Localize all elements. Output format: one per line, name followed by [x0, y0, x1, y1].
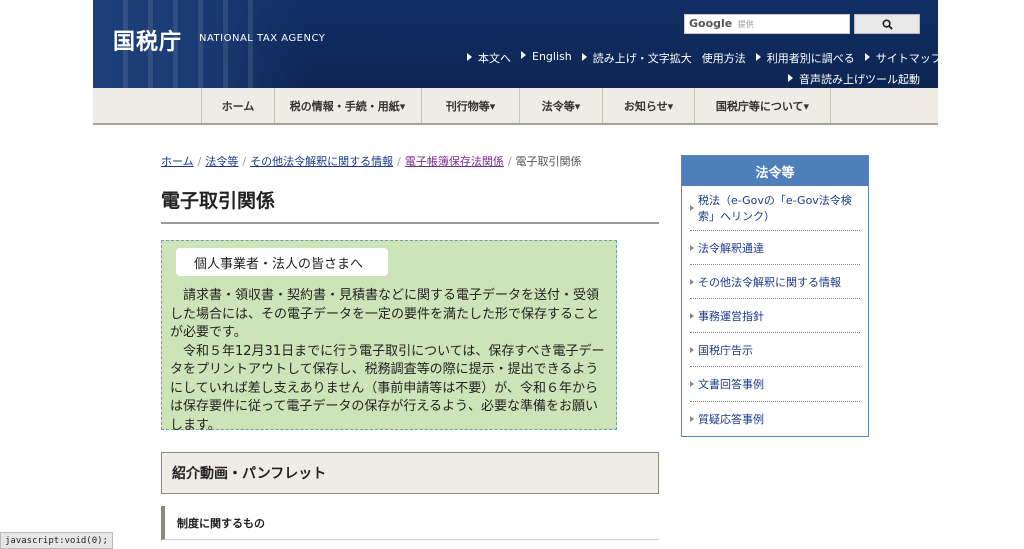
sidebar-laws: 法令等 税法（e-Govの「e-Gov法令検索」へリンク） 法令解釈通達 その他…	[681, 155, 869, 437]
sidebar-list: 税法（e-Govの「e-Gov法令検索」へリンク） 法令解釈通達 その他法令解釈…	[682, 186, 868, 436]
site-logo-english: NATIONAL TAX AGENCY	[199, 33, 326, 44]
notice-paragraph-2: 令和５年12月31日までに行う電子取引については、保存すべき電子データをプリント…	[170, 343, 605, 433]
triangle-right-icon	[690, 278, 694, 285]
sidebar-item-tax-law[interactable]: 税法（e-Govの「e-Gov法令検索」へリンク）	[690, 186, 860, 231]
search-icon	[881, 18, 893, 30]
notice-box: 個人事業者・法人の皆さまへ 請求書・領収書・契約書・見積書などに関する電子データ…	[161, 240, 617, 433]
sidebar-item-qa[interactable]: 質疑応答事例	[690, 402, 860, 436]
search-button[interactable]	[854, 14, 920, 34]
breadcrumb-other-interpretations[interactable]: その他法令解釈に関する情報	[250, 155, 393, 168]
triangle-right-icon	[690, 244, 694, 251]
site-logo[interactable]: 国税庁	[113, 24, 182, 56]
triangle-right-icon	[690, 312, 694, 319]
nav-notices[interactable]: お知らせ▾	[603, 88, 695, 123]
triangle-right-icon	[864, 53, 870, 61]
triangle-right-icon	[581, 53, 587, 61]
breadcrumb-laws[interactable]: 法令等	[205, 155, 238, 168]
nav-about[interactable]: 国税庁等について▾	[695, 88, 831, 123]
notice-paragraph-1: 請求書・領収書・契約書・見積書などに関する電子データを送付・受領した場合には、そ…	[170, 288, 600, 340]
triangle-right-icon	[690, 346, 694, 353]
site-header: 国税庁 NATIONAL TAX AGENCY Google 提供 本文へ En…	[93, 0, 938, 88]
sidebar-item-document-answers[interactable]: 文書回答事例	[690, 367, 860, 402]
notice-body: 請求書・領収書・契約書・見積書などに関する電子データを送付・受領した場合には、そ…	[170, 287, 610, 435]
nav-home[interactable]: ホーム	[201, 88, 275, 123]
triangle-right-icon	[467, 53, 472, 61]
util-link-main[interactable]: 本文へ	[467, 50, 511, 66]
triangle-right-icon	[690, 381, 694, 387]
voice-tool-link[interactable]: 音声読み上げツール起動	[788, 71, 920, 87]
notice-tag: 個人事業者・法人の皆さまへ	[176, 248, 388, 276]
triangle-right-icon	[755, 53, 761, 61]
nav-tax-info[interactable]: 税の情報・手続・用紙▾	[274, 88, 422, 123]
nav-publications[interactable]: 刊行物等▾	[422, 88, 520, 123]
utility-links: 本文へ English 読み上げ・文字拡大 使用方法 利用者別に調べる サイトマ…	[467, 50, 938, 66]
util-link-usage[interactable]: 使用方法	[702, 50, 746, 66]
sidebar-title: 法令等	[682, 156, 868, 186]
breadcrumb-home[interactable]: ホーム	[161, 155, 194, 168]
breadcrumb: ホーム / 法令等 / その他法令解釈に関する情報 / 電子帳簿保存法関係 / 電子取引関係	[161, 155, 582, 168]
search-input[interactable]: Google 提供	[684, 14, 850, 34]
util-link-sitemap[interactable]: サイトマップ	[864, 50, 938, 66]
breadcrumb-ebook-law[interactable]: 電子帳簿保存法関係	[405, 155, 504, 168]
sidebar-item-notifications[interactable]: 国税庁告示	[690, 333, 860, 367]
sidebar-item-circulars[interactable]: 法令解釈通達	[690, 231, 860, 265]
sidebar-item-other-interpretations[interactable]: その他法令解釈に関する情報	[690, 265, 860, 299]
search-brand: Google	[689, 17, 733, 30]
title-divider	[161, 222, 659, 224]
nav-laws[interactable]: 法令等▾	[520, 88, 603, 123]
triangle-right-icon	[690, 205, 694, 211]
sidebar-item-admin-guidelines[interactable]: 事務運営指針	[690, 299, 860, 333]
triangle-right-icon	[690, 416, 694, 422]
global-nav: ホーム 税の情報・手続・用紙▾ 刊行物等▾ 法令等▾ お知らせ▾ 国税庁等につい…	[93, 88, 938, 125]
subsection-heading-system: 制度に関するもの	[161, 506, 659, 540]
triangle-right-icon	[788, 74, 793, 82]
triangle-right-icon	[521, 51, 526, 59]
section-heading-videos: 紹介動画・パンフレット	[161, 452, 659, 494]
search-placeholder: 提供	[737, 20, 754, 29]
util-link-by-user[interactable]: 利用者別に調べる	[755, 50, 855, 66]
browser-status-bar: javascript:void(0);	[0, 532, 113, 549]
breadcrumb-current: 電子取引関係	[515, 155, 582, 168]
util-link-readaloud[interactable]: 読み上げ・文字拡大	[581, 50, 692, 66]
util-link-english[interactable]: English	[521, 50, 572, 66]
page-title: 電子取引関係	[161, 190, 276, 212]
